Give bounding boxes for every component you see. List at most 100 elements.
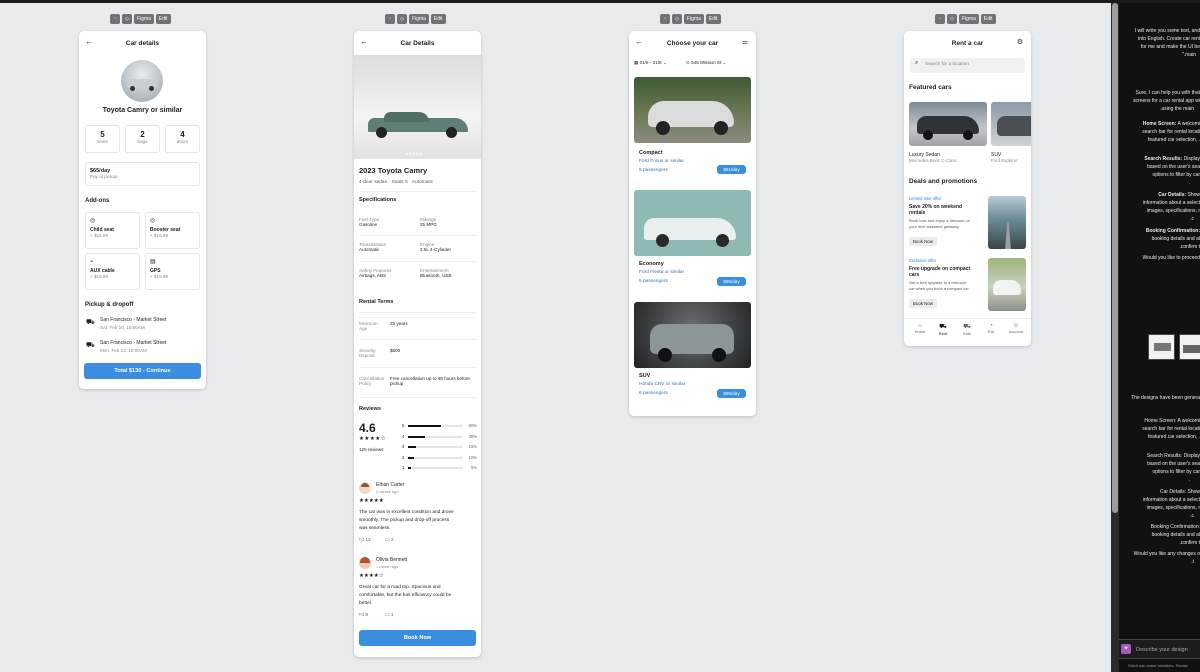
deal-desc: Get a free upgrade to a mid-size bbox=[909, 280, 967, 285]
dropoff-time: Mon, Feb 12, 10:00AM bbox=[100, 348, 147, 353]
addon-child-seat[interactable]: ◎ Child seat + $15.99 bbox=[85, 212, 140, 249]
figma-button[interactable]: Figma bbox=[134, 14, 154, 24]
addon-price: + $15.99 bbox=[150, 274, 169, 279]
review-text-line: better. bbox=[359, 601, 373, 606]
dropoff-place: San Francisco - Market Street bbox=[100, 340, 167, 346]
chat-line: The designs have been genera bbox=[1131, 395, 1200, 401]
featured-car-card[interactable]: Luxury Sedan Mercedes-Benz C-Class bbox=[909, 102, 987, 167]
comment-button[interactable]: ▭ 1 bbox=[385, 613, 394, 618]
prompt-input[interactable]: ✦ Describe your design bbox=[1119, 639, 1200, 659]
addon-gps[interactable]: ▤ GPS + $15.99 bbox=[145, 253, 200, 290]
back-arrow-icon[interactable]: ← bbox=[85, 37, 93, 46]
term-label: Minimum Age bbox=[359, 321, 378, 331]
chat-line: .t bbox=[1191, 559, 1194, 565]
chat-line: .confirm t bbox=[1179, 244, 1200, 250]
nav-ride[interactable]: ⛟ Ride bbox=[957, 323, 977, 336]
chat-line: ".main bbox=[1181, 52, 1196, 58]
edit-button[interactable]: Edit bbox=[705, 14, 721, 24]
mobile-icon[interactable]: ▫ bbox=[660, 14, 670, 24]
nav-rent[interactable]: ⛟ Rent bbox=[933, 323, 953, 336]
addon-aux-cable[interactable]: ⌁ AUX cable + $15.99 bbox=[85, 253, 140, 290]
search-bar[interactable]: ⌕ Search for a location bbox=[910, 58, 1025, 73]
nav-account[interactable]: ☺ Account bbox=[1005, 323, 1027, 334]
chat-line: Car Details: Show bbox=[1159, 489, 1200, 495]
figma-button[interactable]: Figma bbox=[409, 14, 429, 24]
chevron-down-icon: ⌄ bbox=[722, 60, 727, 65]
car-image-economy[interactable] bbox=[634, 190, 751, 256]
date-filter[interactable]: ▦ 01/6 - 01/8 ⌄ bbox=[634, 58, 667, 68]
car-image-suv[interactable] bbox=[634, 302, 751, 368]
book-now-button[interactable]: Book Now bbox=[909, 237, 937, 246]
addon-price: + $15.99 bbox=[90, 233, 109, 238]
comment-icon: ▭ bbox=[385, 538, 390, 543]
figma-button[interactable]: Figma bbox=[959, 14, 979, 24]
rating-bar-row: 2 10% bbox=[402, 454, 477, 462]
location-filter[interactable]: ⊙ 545 Mission St ⌄ bbox=[686, 58, 726, 68]
divider bbox=[359, 191, 476, 192]
screen-rent-a-car-home: Rent a car ⚙ ⌕ Search for a location Fea… bbox=[904, 31, 1031, 346]
like-button[interactable]: 👍︎ 8 bbox=[359, 613, 368, 618]
search-input[interactable]: Search for a location bbox=[925, 62, 969, 67]
disclaimer: Stitch can make mistakes. Please bbox=[1128, 663, 1188, 668]
reviews-heading: Reviews bbox=[359, 406, 382, 412]
filter-icon[interactable]: ⚌ bbox=[742, 38, 748, 46]
header: ← Choose your car ⚌ bbox=[629, 31, 756, 55]
car-model: Ford Explorer bbox=[991, 158, 1018, 163]
chat-line: search bar for rental locati bbox=[1142, 426, 1200, 432]
featured-car-card[interactable]: SUV Ford Explorer bbox=[991, 102, 1031, 167]
like-button[interactable]: 👍︎ 12 bbox=[359, 538, 371, 543]
thumbnail-2[interactable] bbox=[1179, 334, 1200, 360]
comment-button[interactable]: ▭ 2 bbox=[385, 538, 394, 543]
chat-bold: Car Details: bbox=[1158, 192, 1187, 198]
book-now-button[interactable]: Book Now bbox=[909, 299, 937, 308]
edit-button[interactable]: Edit bbox=[430, 14, 446, 24]
code-icon[interactable]: ◇ bbox=[947, 14, 957, 24]
chat-line: information about a select bbox=[1142, 497, 1200, 503]
car-image-compact[interactable] bbox=[634, 77, 751, 143]
addon-price: + $15.99 bbox=[150, 233, 169, 238]
featured-heading: Featured cars bbox=[909, 84, 952, 91]
book-now-button[interactable]: Book Now bbox=[359, 630, 476, 646]
mobile-icon[interactable]: ▫ bbox=[935, 14, 945, 24]
price-button[interactable]: $65/day bbox=[717, 389, 746, 398]
chat-line: Would you like to proceed bbox=[1142, 255, 1200, 261]
nav-eat[interactable]: ◔ Eat bbox=[981, 323, 1001, 334]
car-name: Toyota Camry or similar bbox=[102, 107, 183, 114]
car-icon: ⛟ bbox=[939, 324, 947, 330]
nav-home[interactable]: ⌂ Home bbox=[910, 323, 930, 334]
reviewer-name: Ethan Carter bbox=[376, 482, 405, 488]
divider bbox=[359, 312, 476, 313]
back-arrow-icon[interactable]: ← bbox=[360, 37, 368, 46]
review-text-line: Great car for a road trip. Spacious and bbox=[359, 585, 441, 590]
continue-button[interactable]: Total $130 - Continue bbox=[84, 363, 201, 379]
code-icon[interactable]: ◇ bbox=[397, 14, 407, 24]
canvas-scrollbar[interactable] bbox=[1111, 3, 1119, 672]
edit-button[interactable]: Edit bbox=[980, 14, 996, 24]
thumbnail-1[interactable] bbox=[1148, 334, 1175, 360]
term-min-age: Minimum Age 25 years bbox=[359, 321, 476, 331]
stat-bags: 2 bags bbox=[125, 125, 160, 153]
figma-button[interactable]: Figma bbox=[684, 14, 704, 24]
chat-text: Show bbox=[1187, 192, 1200, 198]
dropoff-item[interactable]: ⛟ San Francisco - Market Street Mon, Feb… bbox=[85, 339, 200, 355]
back-arrow-icon[interactable]: ← bbox=[635, 37, 643, 46]
like-count: 8 bbox=[365, 613, 369, 618]
car-passengers: 5 passengers bbox=[639, 168, 668, 173]
edit-button[interactable]: Edit bbox=[155, 14, 171, 24]
review-date: 2 weeks ago bbox=[376, 489, 399, 494]
code-icon[interactable]: ◇ bbox=[122, 14, 132, 24]
pickup-item[interactable]: ⛟ San Francisco - Market Street Sat, Feb… bbox=[85, 316, 200, 332]
term-value: $500 bbox=[390, 348, 401, 353]
chat-line: Home Screen: A welcomi bbox=[1144, 418, 1200, 424]
car-hero-image[interactable]: ●●●●● bbox=[354, 55, 481, 159]
price-button[interactable]: $51/day bbox=[717, 165, 746, 174]
mobile-icon[interactable]: ▫ bbox=[385, 14, 395, 24]
carousel-dots[interactable]: ●●●●● bbox=[406, 151, 423, 156]
gear-icon[interactable]: ⚙ bbox=[1017, 38, 1023, 46]
car-model: Mercedes-Benz C-Class bbox=[909, 158, 957, 163]
addon-booster-seat[interactable]: ◎ Booster seat + $15.99 bbox=[145, 212, 200, 249]
code-icon[interactable]: ◇ bbox=[672, 14, 682, 24]
mobile-icon[interactable]: ▫ bbox=[110, 14, 120, 24]
price-button[interactable]: $55/day bbox=[717, 277, 746, 286]
scrollbar-thumb[interactable] bbox=[1112, 3, 1118, 513]
